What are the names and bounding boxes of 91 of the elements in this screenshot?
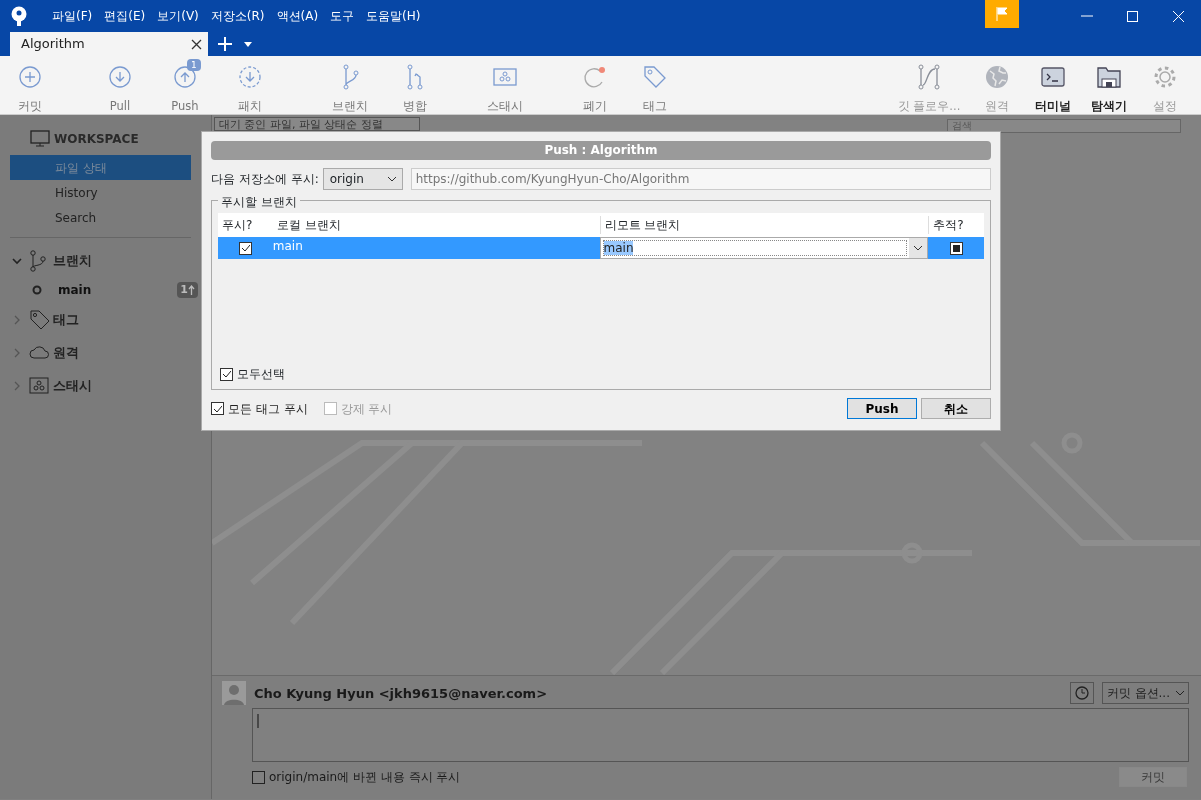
branch-icon (29, 249, 49, 272)
avatar-icon (222, 681, 246, 706)
checkbox[interactable] (949, 241, 963, 255)
sidebar-item[interactable]: 파일 상태 (10, 155, 191, 180)
up-arrow-icon (188, 285, 195, 295)
section-header[interactable]: 원격 (53, 342, 79, 363)
plus-circle-icon[interactable] (17, 64, 43, 90)
flag-icon (996, 7, 1008, 21)
chevron-right-icon[interactable] (12, 314, 22, 325)
tab[interactable]: Algorithm (10, 32, 208, 56)
down-arrow-circle-icon[interactable] (107, 64, 133, 90)
toolbar-label[interactable]: 커밋 (18, 98, 42, 116)
checkbox-label[interactable]: 모든 태그 푸시 (228, 399, 308, 418)
chevron-right-icon[interactable] (12, 380, 22, 391)
close-icon[interactable] (191, 38, 202, 50)
flag-button[interactable] (985, 0, 1019, 28)
section-header[interactable]: 태그 (53, 309, 79, 330)
cancel-button[interactable]: 취소 (921, 398, 991, 419)
text-cursor-icon (257, 713, 259, 728)
toolbar-label[interactable]: 태그 (643, 98, 667, 116)
column-header: 추적? (928, 216, 984, 234)
terminal-icon[interactable] (1040, 64, 1066, 90)
check-icon (222, 370, 231, 378)
filter-dropdown[interactable]: 대기 중인 파일, 파일 상태순 정렬 (214, 117, 420, 131)
toolbar-label[interactable]: Push (171, 98, 199, 116)
toolbar-label[interactable]: 폐기 (583, 98, 607, 116)
git-flow-icon[interactable] (916, 64, 942, 90)
chevron-down-icon (387, 176, 396, 182)
clock-icon (1074, 686, 1089, 701)
remote-select[interactable]: origin (322, 168, 403, 190)
menu-item[interactable]: 저장소(R) (204, 7, 271, 25)
checkbox[interactable] (220, 367, 233, 381)
toolbar-label[interactable]: 브랜치 (332, 98, 368, 116)
menu-item[interactable]: 파일(F) (46, 7, 99, 25)
plus-icon[interactable] (218, 37, 232, 51)
table-cell-text: main (272, 238, 304, 255)
tag-icon (29, 308, 49, 331)
toolbar-label[interactable]: 패치 (238, 98, 262, 116)
section-header[interactable]: 브랜치 (53, 250, 92, 271)
toolbar-label[interactable]: 터미널 (1035, 98, 1071, 116)
app-logo-icon (10, 6, 28, 26)
message-field[interactable] (252, 708, 1189, 763)
chevron-down-icon (914, 245, 923, 251)
history-button[interactable] (1069, 682, 1094, 705)
count-badge: 1 (187, 59, 201, 71)
dialog-title: Push : Algorithm (211, 141, 991, 160)
checkbox[interactable] (211, 402, 224, 415)
settings-icon[interactable] (1152, 64, 1178, 90)
menu-item[interactable]: 편집(E) (98, 7, 152, 25)
column-header: 리모트 브랜치 (599, 216, 929, 234)
stash-icon (29, 374, 49, 397)
circle-icon (32, 285, 42, 295)
menu-item[interactable]: 액션(A) (270, 7, 325, 25)
folder-icon[interactable] (1096, 64, 1122, 90)
toolbar-label[interactable]: 병합 (403, 98, 427, 116)
commit-button[interactable]: 커밋 (1119, 767, 1187, 788)
column-header: 로컬 브랜치 (275, 217, 342, 234)
check-icon (213, 404, 222, 413)
caret-icon[interactable] (244, 42, 252, 47)
count-badge: 1 (177, 281, 198, 299)
field-label: 다음 저장소에 푸시: (211, 171, 319, 188)
checkbox[interactable] (252, 770, 265, 784)
checkbox-label[interactable]: 모두선택 (237, 365, 285, 383)
chevron-down-icon (1176, 690, 1184, 696)
menu-item[interactable]: 도구 (324, 7, 361, 25)
maximize-button[interactable] (1125, 9, 1139, 23)
globe-icon[interactable] (984, 64, 1010, 90)
toolbar-label[interactable]: 탐색기 (1091, 98, 1127, 116)
refresh-icon[interactable] (582, 64, 608, 90)
toolbar-label[interactable]: Pull (109, 98, 131, 116)
toolbar-label[interactable]: 스태시 (487, 98, 523, 116)
checkbox[interactable] (238, 241, 252, 255)
options-dropdown[interactable]: 커밋 옵션... (1101, 682, 1189, 705)
push-button[interactable]: Push (847, 398, 917, 419)
chevron-right-icon[interactable] (12, 347, 22, 358)
monitor-icon (30, 130, 50, 148)
table-row[interactable]: main main (218, 237, 984, 259)
tag-icon[interactable] (642, 64, 668, 90)
section-header[interactable]: 스태시 (53, 375, 92, 396)
author-name: Cho Kyung Hyun <jkh9615@naver.com> (254, 684, 549, 703)
menu-item[interactable]: 보기(V) (151, 7, 205, 25)
branch-name[interactable]: main (58, 281, 178, 299)
section-header: WORKSPACE (54, 131, 139, 148)
menu-item[interactable]: 도움말(H) (360, 7, 427, 25)
checkbox-label[interactable]: origin/main에 바뀐 내용 즉시 푸시 (269, 768, 1119, 787)
close-button[interactable] (1171, 9, 1185, 23)
remote-branch-dropdown[interactable]: main (599, 237, 929, 259)
url-field[interactable]: https://github.com/KyungHyun-Cho/Algorithm (410, 168, 991, 190)
chevron-down-icon[interactable] (12, 255, 22, 266)
column-header: 푸시? (221, 217, 254, 234)
check-icon (240, 244, 250, 252)
